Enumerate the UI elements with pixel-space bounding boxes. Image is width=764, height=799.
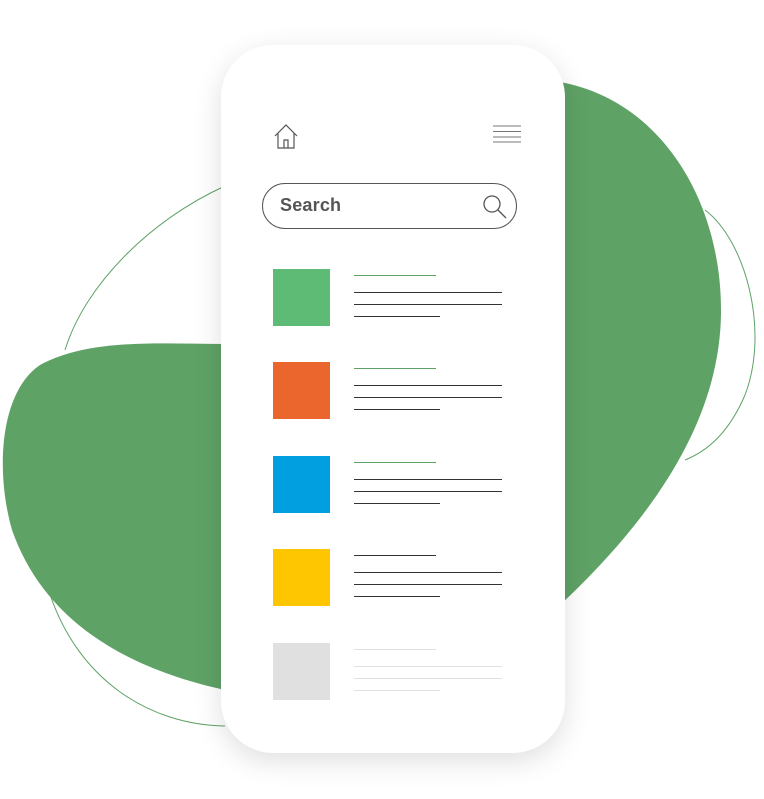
phone-mockup: Search [221,45,565,753]
list-item[interactable] [273,549,513,607]
placeholder-text-line [354,292,502,293]
list-item[interactable] [273,643,513,701]
home-icon[interactable] [273,123,299,149]
placeholder-text-line [354,368,436,369]
placeholder-text-line [354,316,440,317]
item-thumbnail [273,269,330,326]
placeholder-text-line [354,503,440,504]
placeholder-text-line [354,666,502,667]
item-thumbnail [273,362,330,419]
placeholder-text-line [354,572,502,573]
placeholder-text-line [354,409,440,410]
placeholder-text-line [354,584,502,585]
item-thumbnail [273,549,330,606]
placeholder-text-line [354,397,502,398]
placeholder-text-line [354,555,436,556]
placeholder-text-line [354,690,440,691]
placeholder-text-line [354,649,436,650]
left-blob [2,343,225,690]
placeholder-text-line [354,678,502,679]
list-item[interactable] [273,269,513,327]
item-thumbnail [273,643,330,700]
magnifier-icon[interactable] [482,194,508,220]
right-blob [560,82,722,605]
placeholder-text-line [354,462,436,463]
search-bar[interactable]: Search [262,183,517,229]
placeholder-text-line [354,385,502,386]
placeholder-text-line [354,275,436,276]
item-thumbnail [273,456,330,513]
placeholder-text-line [354,479,502,480]
placeholder-text-line [354,491,502,492]
search-placeholder: Search [280,195,342,215]
left-outline [64,185,226,351]
hamburger-menu-icon[interactable] [493,125,521,143]
placeholder-text-line [354,304,502,305]
list-item[interactable] [273,362,513,420]
list-item[interactable] [273,456,513,514]
placeholder-text-line [354,596,440,597]
